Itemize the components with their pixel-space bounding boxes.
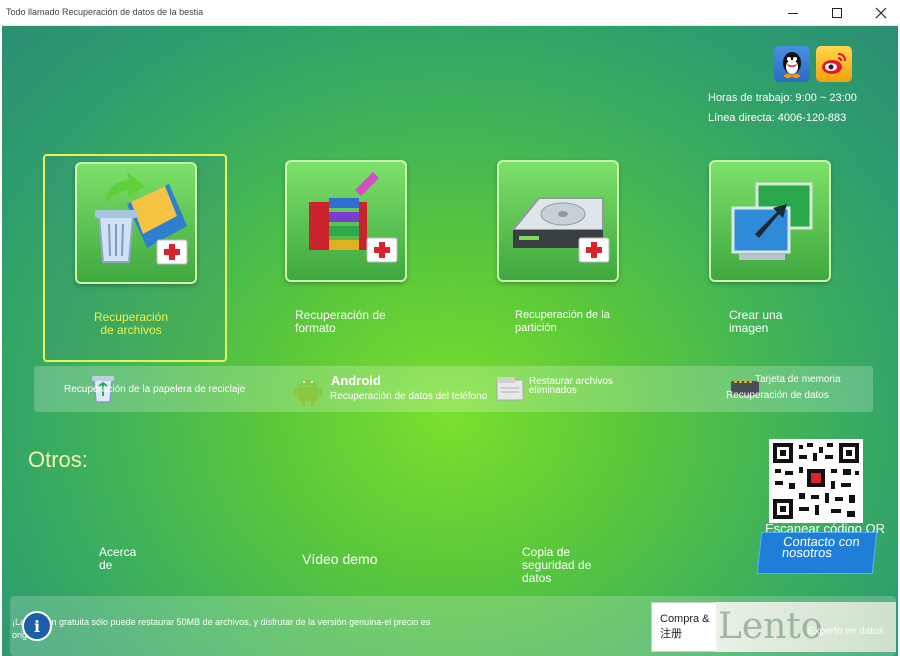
tile-partition-recovery-label: Recuperación de la partición — [515, 309, 610, 334]
bottom-bar: ¡La versión gratuita sólo puede restaura… — [10, 596, 896, 656]
tile-file-recovery-label: Recuperación de archivos — [93, 310, 169, 337]
about-link[interactable]: Acerca de — [99, 546, 139, 572]
partition-recovery-icon — [497, 160, 619, 282]
weibo-button[interactable] — [816, 46, 852, 82]
weibo-icon — [822, 53, 846, 74]
buy-label: Compra & 注册 — [660, 613, 710, 640]
info-icon[interactable]: i — [22, 611, 52, 641]
expert-label: Experto en datos — [808, 626, 884, 637]
tile-create-image-label: Crear una imagen — [729, 308, 783, 335]
others-title: Otros: — [28, 447, 88, 472]
memory-card-subtitle: Recuperación de datos — [726, 390, 829, 401]
tile-file-recovery[interactable]: Recuperación de archivos — [43, 154, 227, 362]
contact-button[interactable]: Contacto con nosotros — [756, 532, 878, 574]
buy-button[interactable]: Compra & 注册 — [651, 602, 717, 652]
window-title: Todo llamado Recuperación de datos de la… — [6, 7, 204, 17]
android-icon — [294, 380, 322, 406]
video-demo-link[interactable]: Vídeo demo — [302, 552, 378, 566]
backup-link[interactable]: Copia de seguridad de datos — [522, 546, 612, 585]
maximize-button[interactable] — [814, 0, 860, 26]
expert-banner-word: Lento — [718, 606, 823, 647]
document-icon — [496, 377, 524, 401]
contact-label: Contacto con nosotros — [781, 534, 861, 560]
tile-partition-recovery[interactable]: Recuperación de la partición — [467, 154, 651, 362]
minimize-button[interactable] — [770, 0, 816, 26]
working-hours: Horas de trabajo: 9:00 ~ 23:00 — [708, 92, 857, 104]
recycle-bin-label: Recuperación de la papelera de reciclaje — [64, 384, 246, 395]
restore-deleted-label: Restaurar archivos eliminados — [529, 376, 613, 396]
main-panel: Horas de trabajo: 9:00 ~ 23:00 Línea dir… — [2, 26, 898, 656]
expert-banner[interactable]: Lento Experto en datos — [716, 602, 896, 652]
format-recovery-icon — [285, 160, 407, 282]
qr-panel: Escanear código QR Contacto con nosotros — [747, 438, 885, 578]
quick-tools-strip: Recuperación de la papelera de reciclaje… — [34, 366, 873, 412]
qq-icon — [783, 52, 801, 78]
file-recovery-icon — [75, 162, 197, 284]
tile-format-recovery-label: Recuperación de formato — [295, 308, 386, 335]
title-bar: Todo llamado Recuperación de datos de la… — [0, 0, 900, 26]
hotline: Línea directa: 4006-120-883 — [708, 112, 847, 124]
memory-card-title: Tarjeta de memoria — [755, 374, 841, 385]
qq-button[interactable] — [774, 46, 810, 82]
license-message: ¡La versión gratuita sólo puede restaura… — [12, 617, 431, 640]
tile-format-recovery[interactable]: Recuperación de formato — [255, 154, 439, 362]
close-icon — [875, 7, 887, 19]
close-button[interactable] — [858, 0, 900, 26]
android-title: Android — [331, 373, 381, 388]
minimize-icon — [788, 12, 798, 14]
tile-create-image[interactable]: Crear una imagen — [679, 154, 863, 362]
qr-code-icon — [769, 439, 863, 523]
create-image-icon — [709, 160, 831, 282]
android-subtitle: Recuperación de datos del teléfono — [330, 391, 488, 402]
maximize-icon — [832, 8, 842, 18]
